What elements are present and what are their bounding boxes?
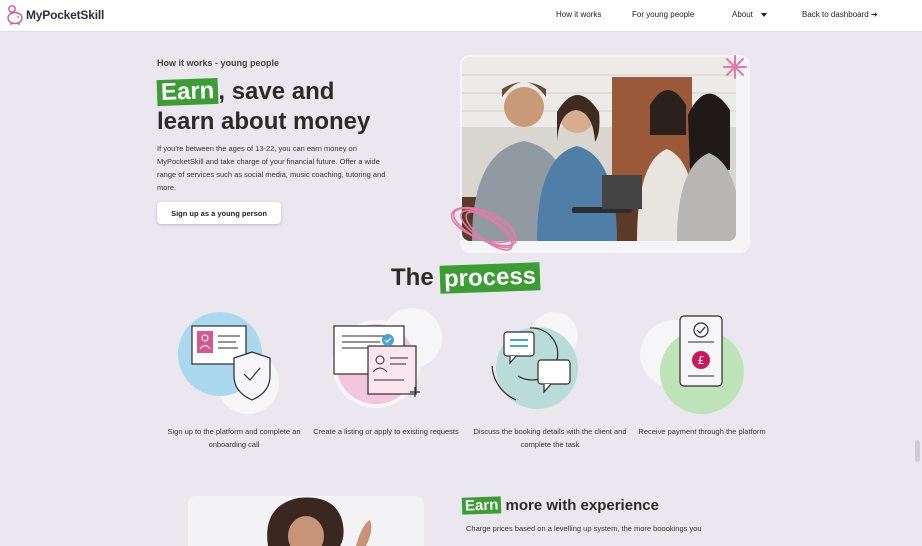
hero-title-line1: , save and	[218, 78, 335, 105]
process-title-plain: The	[391, 264, 434, 291]
nav-back-to-dashboard[interactable]: Back to dashboard ➔	[802, 10, 878, 19]
sparkle-icon	[723, 55, 747, 79]
experience-title-rest: more with experience	[501, 497, 659, 514]
scrollbar-thumb[interactable]	[915, 440, 920, 462]
logo-text: MyPocketSkill	[26, 8, 105, 22]
svg-text:£: £	[698, 354, 705, 367]
scribble-decoration	[450, 206, 518, 251]
nav-for-young-people[interactable]: For young people	[632, 10, 694, 19]
experience-title-highlight: Earn	[461, 496, 502, 515]
process-step-3-caption: Discuss the booking details with the cli…	[473, 427, 627, 449]
hero-title-highlight: Earn	[156, 77, 219, 107]
process-step-2-caption: Create a listing or apply to existing re…	[313, 427, 459, 436]
hero-eyebrow: How it works - young people	[157, 58, 280, 68]
chevron-down-icon	[760, 12, 767, 17]
top-nav: MyPocketSkill How it works For young peo…	[0, 0, 922, 32]
id-card-shield-icon	[178, 312, 279, 414]
hero-description: If you're between the ages of 13-22, you…	[157, 144, 386, 192]
process-step-1-caption: Sign up to the platform and complete an …	[167, 427, 301, 449]
experience-photo-card	[188, 496, 424, 546]
nav-about-label: About	[732, 10, 753, 19]
process-title: The process	[391, 262, 541, 294]
experience-title: Earn more with experience	[461, 496, 659, 515]
nav-how-it-works[interactable]: How it works	[556, 10, 601, 19]
arrow-right-icon: ➔	[870, 10, 878, 19]
piggy-bank-icon	[7, 5, 23, 25]
chat-bubbles-icon	[491, 312, 578, 409]
hero-title: Earn, save and learn about money	[156, 77, 371, 137]
process-step-4-caption: Receive payment through the platform	[638, 427, 766, 436]
nav-back-label: Back to dashboard	[802, 10, 869, 19]
experience-description: Charge prices based on a levelling up sy…	[466, 524, 702, 533]
process-title-highlight: process	[439, 262, 541, 294]
hero-title-line2: learn about money	[157, 108, 371, 135]
listing-icon	[332, 308, 442, 408]
nav-about[interactable]: About	[732, 10, 767, 19]
logo[interactable]: MyPocketSkill	[6, 4, 104, 26]
signup-young-person-button[interactable]: Sign up as a young person	[157, 202, 281, 224]
phone-payment-icon: £	[640, 315, 744, 414]
